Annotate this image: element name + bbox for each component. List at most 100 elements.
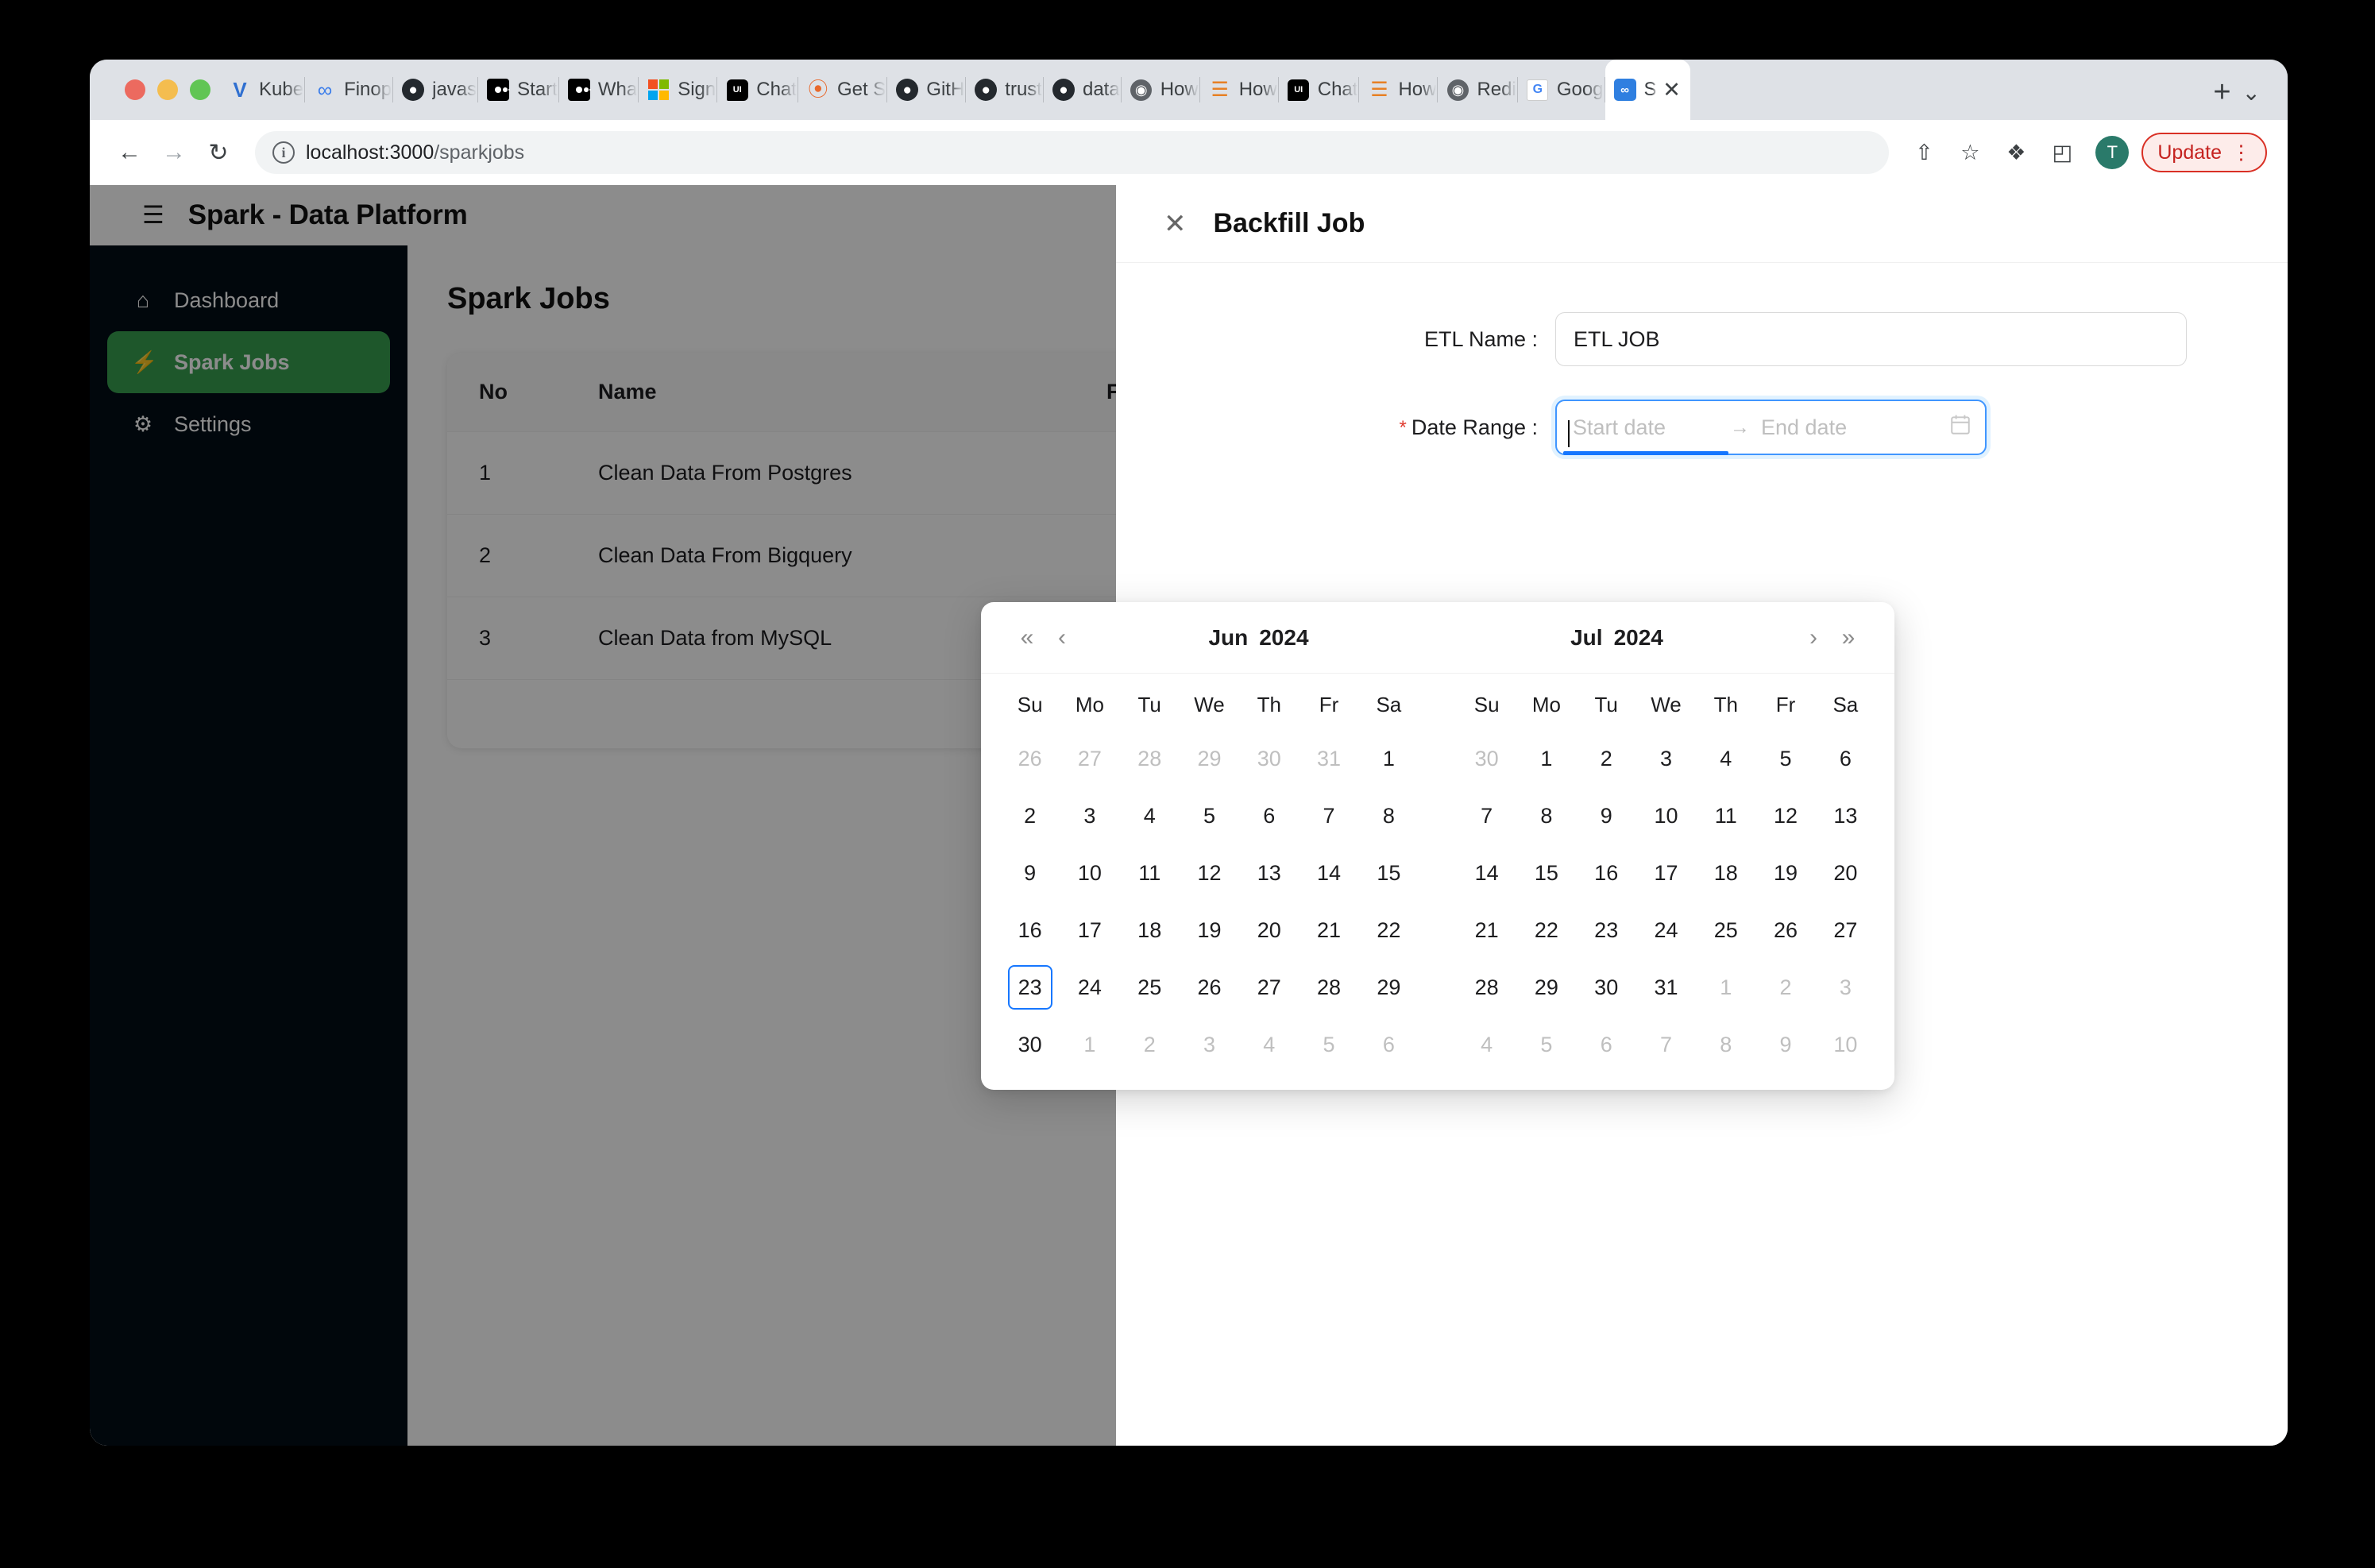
browser-tab-9[interactable]: ● trust: [966, 60, 1044, 120]
calendar-day-cell[interactable]: 3: [1180, 1016, 1239, 1073]
calendar-day-cell[interactable]: 28: [1457, 959, 1516, 1016]
browser-tab-10[interactable]: ● data: [1044, 60, 1122, 120]
calendar-day-cell[interactable]: 2: [1120, 1016, 1180, 1073]
calendar-day-cell[interactable]: 7: [1636, 1016, 1696, 1073]
reload-button[interactable]: ↻: [196, 130, 241, 175]
etl-name-input[interactable]: [1555, 312, 2187, 366]
maximize-window-button[interactable]: [190, 79, 210, 100]
chrome-menu-icon[interactable]: ⋮: [2231, 142, 2251, 162]
calendar-day-cell[interactable]: 2: [1755, 959, 1815, 1016]
tab-search-icon[interactable]: ⌄: [2242, 79, 2261, 106]
calendar-day-cell[interactable]: 28: [1299, 959, 1358, 1016]
profile-avatar[interactable]: T: [2095, 136, 2130, 169]
calendar-day-cell[interactable]: 30: [1577, 959, 1636, 1016]
calendar-right-year[interactable]: 2024: [1614, 625, 1663, 650]
calendar-day-cell[interactable]: 2: [1000, 787, 1060, 844]
calendar-day-cell[interactable]: 16: [1000, 902, 1060, 959]
extensions-puzzle-icon[interactable]: ❖: [1995, 132, 2037, 173]
calendar-day-cell[interactable]: 25: [1120, 959, 1180, 1016]
calendar-day-cell[interactable]: 6: [1816, 730, 1875, 787]
browser-tab-17[interactable]: ∞ S ✕: [1605, 60, 1690, 120]
site-info-icon[interactable]: i: [272, 141, 295, 164]
calendar-day-cell[interactable]: 11: [1696, 787, 1755, 844]
calendar-day-cell[interactable]: 10: [1816, 1016, 1875, 1073]
calendar-day-cell[interactable]: 9: [1755, 1016, 1815, 1073]
calendar-day-cell[interactable]: 7: [1299, 787, 1358, 844]
calendar-day-cell[interactable]: 10: [1636, 787, 1696, 844]
calendar-day-cell[interactable]: 27: [1239, 959, 1299, 1016]
calendar-day-cell[interactable]: 31: [1299, 730, 1358, 787]
calendar-day-cell[interactable]: 20: [1239, 902, 1299, 959]
calendar-day-cell[interactable]: 24: [1060, 959, 1119, 1016]
minimize-window-button[interactable]: [157, 79, 178, 100]
browser-tab-11[interactable]: ◉ How: [1122, 60, 1200, 120]
calendar-day-cell[interactable]: 28: [1120, 730, 1180, 787]
super-next-year-icon[interactable]: »: [1831, 624, 1866, 651]
calendar-day-cell[interactable]: 12: [1755, 787, 1815, 844]
browser-tab-15[interactable]: ◉ Redi: [1438, 60, 1519, 120]
calendar-day-cell[interactable]: 6: [1239, 787, 1299, 844]
browser-tab-0[interactable]: V Kube: [220, 60, 306, 120]
calendar-day-cell[interactable]: 25: [1696, 902, 1755, 959]
update-button[interactable]: Update ⋮: [2141, 133, 2267, 172]
calendar-day-cell[interactable]: 1: [1696, 959, 1755, 1016]
calendar-day-cell[interactable]: 30: [1000, 1016, 1060, 1073]
calendar-day-cell[interactable]: 14: [1299, 844, 1358, 902]
calendar-day-cell[interactable]: 13: [1816, 787, 1875, 844]
calendar-day-cell[interactable]: 20: [1816, 844, 1875, 902]
calendar-day-cell[interactable]: 15: [1359, 844, 1419, 902]
next-month-icon[interactable]: ›: [1796, 624, 1831, 651]
calendar-day-cell[interactable]: 29: [1359, 959, 1419, 1016]
calendar-day-cell[interactable]: 14: [1457, 844, 1516, 902]
calendar-day-cell[interactable]: 16: [1577, 844, 1636, 902]
calendar-day-cell[interactable]: 3: [1816, 959, 1875, 1016]
calendar-day-cell[interactable]: 29: [1180, 730, 1239, 787]
browser-tab-16[interactable]: G Goog: [1518, 60, 1605, 120]
end-date-input[interactable]: End date: [1761, 415, 1909, 440]
calendar-day-cell[interactable]: 23: [1000, 959, 1060, 1016]
browser-tab-5[interactable]: Sign: [639, 60, 718, 120]
tab-close-icon[interactable]: ✕: [1662, 79, 1682, 101]
calendar-day-cell[interactable]: 5: [1299, 1016, 1358, 1073]
calendar-day-cell[interactable]: 6: [1359, 1016, 1419, 1073]
browser-tab-12[interactable]: ☰ How: [1200, 60, 1279, 120]
calendar-day-cell[interactable]: 4: [1457, 1016, 1516, 1073]
bookmark-star-icon[interactable]: ☆: [1949, 132, 1991, 173]
browser-tab-14[interactable]: ☰ How: [1359, 60, 1439, 120]
calendar-left-year[interactable]: 2024: [1259, 625, 1308, 650]
calendar-day-cell[interactable]: 22: [1516, 902, 1576, 959]
calendar-day-cell[interactable]: 30: [1457, 730, 1516, 787]
share-icon[interactable]: ⇧: [1903, 132, 1944, 173]
calendar-day-cell[interactable]: 3: [1636, 730, 1696, 787]
back-button[interactable]: ←: [107, 130, 152, 175]
calendar-day-cell[interactable]: 24: [1636, 902, 1696, 959]
browser-tab-1[interactable]: ∞ Finop: [305, 60, 394, 120]
calendar-day-cell[interactable]: 21: [1457, 902, 1516, 959]
new-tab-button[interactable]: +: [2202, 77, 2242, 107]
calendar-day-cell[interactable]: 19: [1180, 902, 1239, 959]
calendar-day-cell[interactable]: 29: [1516, 959, 1576, 1016]
calendar-day-cell[interactable]: 9: [1000, 844, 1060, 902]
calendar-day-cell[interactable]: 4: [1696, 730, 1755, 787]
calendar-day-cell[interactable]: 13: [1239, 844, 1299, 902]
browser-tab-8[interactable]: ● GitH: [887, 60, 967, 120]
calendar-day-cell[interactable]: 11: [1120, 844, 1180, 902]
calendar-day-cell[interactable]: 1: [1060, 1016, 1119, 1073]
calendar-day-cell[interactable]: 18: [1696, 844, 1755, 902]
calendar-day-cell[interactable]: 30: [1239, 730, 1299, 787]
close-icon[interactable]: ✕: [1164, 210, 1187, 238]
calendar-day-cell[interactable]: 5: [1180, 787, 1239, 844]
calendar-day-cell[interactable]: 4: [1120, 787, 1180, 844]
calendar-day-cell[interactable]: 7: [1457, 787, 1516, 844]
browser-tab-7[interactable]: ⦿ Get S: [798, 60, 888, 120]
calendar-day-cell[interactable]: 4: [1239, 1016, 1299, 1073]
calendar-day-cell[interactable]: 15: [1516, 844, 1576, 902]
calendar-day-cell[interactable]: 5: [1755, 730, 1815, 787]
calendar-day-cell[interactable]: 8: [1516, 787, 1576, 844]
calendar-day-cell[interactable]: 10: [1060, 844, 1119, 902]
forward-button[interactable]: →: [152, 130, 196, 175]
side-panel-icon[interactable]: ◰: [2041, 132, 2083, 173]
calendar-day-cell[interactable]: 1: [1516, 730, 1576, 787]
calendar-day-cell[interactable]: 27: [1816, 902, 1875, 959]
calendar-day-cell[interactable]: 27: [1060, 730, 1119, 787]
